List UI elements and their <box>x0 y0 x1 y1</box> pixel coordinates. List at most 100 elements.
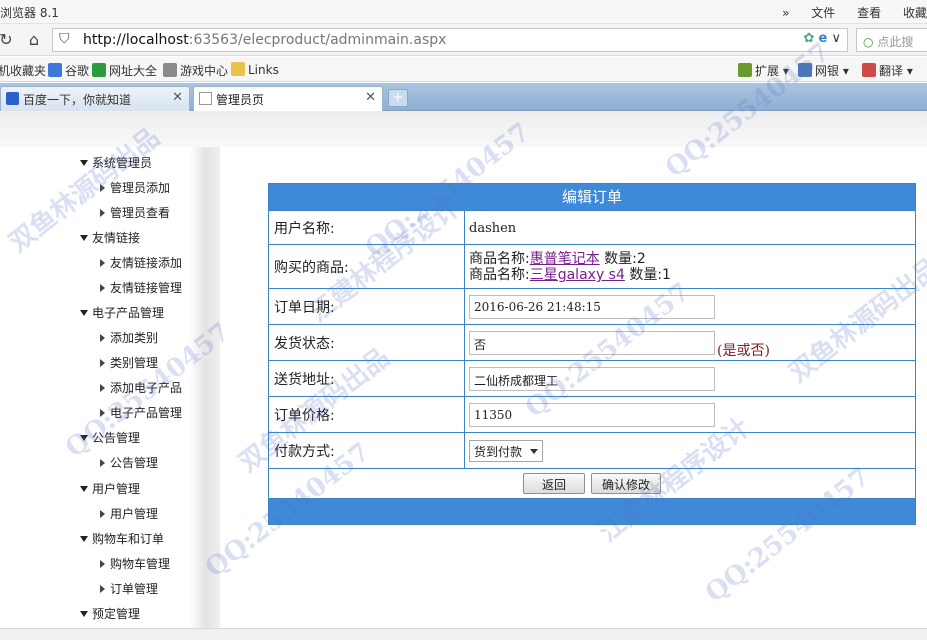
bank-icon <box>798 63 812 77</box>
back-button[interactable]: 返回 <box>522 473 585 494</box>
chevron-down-icon <box>530 448 539 454</box>
bookmark-item[interactable]: Links <box>231 62 279 77</box>
baidu-icon <box>6 92 19 105</box>
caret-right-icon <box>100 334 105 342</box>
refresh-icon[interactable]: ↻ <box>0 30 16 50</box>
confirm-button[interactable]: 确认修改 <box>591 473 662 494</box>
sidebar-group-booking[interactable]: 预定管理 <box>80 605 140 622</box>
caret-right-icon <box>100 259 105 267</box>
search-icon: ○ <box>863 35 874 49</box>
caret-right-icon <box>100 510 105 518</box>
gamepad-icon <box>163 63 177 77</box>
caret-down-icon <box>80 435 88 441</box>
form-title: 编辑订单 <box>269 184 915 210</box>
caret-down-icon <box>80 310 88 316</box>
sidebar-item-category-manage[interactable]: 类别管理 <box>100 354 158 371</box>
home-icon[interactable]: ⌂ <box>24 30 44 50</box>
status-hint: (是或否) <box>717 343 770 359</box>
url-text[interactable]: http://localhost:63563/elecproduct/admin… <box>83 32 446 48</box>
sidebar-item-admin-add[interactable]: 管理员添加 <box>100 179 170 196</box>
caret-right-icon <box>100 384 105 392</box>
search-input[interactable]: ○ 点此搜 <box>856 28 927 52</box>
caret-down-icon <box>80 235 88 241</box>
tab-bar: 百度一下，你就知道 ✕ 管理员页 ✕ + <box>0 83 927 112</box>
order-date-input[interactable]: 2016-06-26 21:48:15 <box>469 295 715 319</box>
page-banner <box>0 111 927 147</box>
caret-right-icon <box>100 184 105 192</box>
caret-right-icon <box>100 409 105 417</box>
menu-file[interactable]: 文件 <box>811 6 835 20</box>
bookmark-item[interactable]: 谷歌 <box>48 62 89 79</box>
sidebar-item-product-manage[interactable]: 电子产品管理 <box>100 404 182 421</box>
bookmark-item[interactable]: 网址大全 <box>92 62 157 79</box>
sidebar-item-product-add[interactable]: 添加电子产品 <box>100 379 182 396</box>
bookmark-item[interactable]: 游戏中心 <box>163 62 228 79</box>
goods-item: 商品名称:三星galaxy s4 数量:1 <box>469 267 671 283</box>
main-content: 编辑订单 用户名称: dashen 购买的商品: 商品名称:惠普笔记本 数量:2… <box>220 147 927 640</box>
row-address: 送货地址: 二仙桥成都理工 <box>269 360 915 396</box>
caret-right-icon <box>100 459 105 467</box>
sidebar-group-orders[interactable]: 购物车和订单 <box>80 530 164 547</box>
status-bar <box>0 628 927 640</box>
sidebar-group-admin[interactable]: 系统管理员 <box>80 154 152 171</box>
sidebar-group-notice[interactable]: 公告管理 <box>80 429 140 446</box>
row-date: 订单日期: 2016-06-26 21:48:15 <box>269 288 915 324</box>
payment-select[interactable]: 货到付款 <box>469 440 544 462</box>
payment-label: 付款方式: <box>269 433 465 468</box>
hao-icon <box>92 63 106 77</box>
extension-icon <box>738 63 752 77</box>
sidebar-item-notice-manage[interactable]: 公告管理 <box>100 454 158 471</box>
sidebar-group-products[interactable]: 电子产品管理 <box>80 304 164 321</box>
sidebar: 系统管理员 管理员添加 管理员查看 友情链接 友情链接添加 友情链接管理 电子产… <box>0 147 220 640</box>
sidebar-group-users[interactable]: 用户管理 <box>80 480 140 497</box>
extensions-button[interactable]: 扩展 ▾ <box>738 62 789 79</box>
caret-right-icon <box>100 359 105 367</box>
sidebar-item-cart-manage[interactable]: 购物车管理 <box>100 555 170 572</box>
form-footer <box>269 498 915 524</box>
google-icon <box>48 63 62 77</box>
new-tab-button[interactable]: + <box>388 89 408 107</box>
url-field[interactable]: ⛉ http://localhost:63563/elecproduct/adm… <box>52 28 848 52</box>
translate-icon <box>862 63 876 77</box>
translate-button[interactable]: 翻译 ▾ <box>862 62 913 79</box>
folder-icon <box>231 62 245 76</box>
goods-link[interactable]: 三星galaxy s4 <box>530 267 625 283</box>
sidebar-item-category-add[interactable]: 添加类别 <box>100 329 158 346</box>
sidebar-item-admin-view[interactable]: 管理员查看 <box>100 204 170 221</box>
menu-overflow[interactable]: » <box>782 6 789 20</box>
tab-admin[interactable]: 管理员页 ✕ <box>193 86 383 112</box>
bank-button[interactable]: 网银 ▾ <box>798 62 849 79</box>
url-actions[interactable]: ✿ e ∨ <box>803 31 841 46</box>
sidebar-group-links[interactable]: 友情链接 <box>80 229 140 246</box>
row-goods: 购买的商品: 商品名称:惠普笔记本 数量:2 商品名称:三星galaxy s4 … <box>269 244 915 288</box>
menu-view[interactable]: 查看 <box>857 6 881 20</box>
bookmark-item[interactable]: 机收藏夹 <box>0 62 46 79</box>
close-icon[interactable]: ✕ <box>365 90 376 105</box>
row-status: 发货状态: 否 (是或否) <box>269 324 915 360</box>
sidebar-item-user-manage[interactable]: 用户管理 <box>100 505 158 522</box>
address-bar: ↻ ⌂ ⛉ http://localhost:63563/elecproduct… <box>0 24 927 56</box>
price-input[interactable]: 11350 <box>469 403 715 427</box>
tab-baidu[interactable]: 百度一下，你就知道 ✕ <box>0 86 190 111</box>
caret-down-icon <box>80 611 88 617</box>
address-input[interactable]: 二仙桥成都理工 <box>469 367 715 391</box>
row-username: 用户名称: dashen <box>269 210 915 244</box>
sidebar-item-link-manage[interactable]: 友情链接管理 <box>100 279 182 296</box>
close-icon[interactable]: ✕ <box>172 90 183 105</box>
browser-title-bar: 浏览器 8.1 » 文件 查看 收藏 <box>0 0 927 24</box>
goods-label: 购买的商品: <box>269 245 465 288</box>
username-label: 用户名称: <box>269 211 465 244</box>
goods-link[interactable]: 惠普笔记本 <box>530 251 600 267</box>
address-label: 送货地址: <box>269 361 465 396</box>
sidebar-item-link-add[interactable]: 友情链接添加 <box>100 254 182 271</box>
sidebar-item-order-manage[interactable]: 订单管理 <box>100 580 158 597</box>
form-buttons: 返回 确认修改 <box>269 468 915 498</box>
menu-favorites[interactable]: 收藏 <box>903 6 927 20</box>
row-price: 订单价格: 11350 <box>269 396 915 432</box>
goods-list: 商品名称:惠普笔记本 数量:2 商品名称:三星galaxy s4 数量:1 <box>469 247 671 287</box>
browser-title: 浏览器 8.1 <box>0 6 59 20</box>
username-value: dashen <box>469 220 517 236</box>
edit-order-form: 编辑订单 用户名称: dashen 购买的商品: 商品名称:惠普笔记本 数量:2… <box>268 183 916 525</box>
ship-status-input[interactable]: 否 <box>469 331 715 355</box>
goods-item: 商品名称:惠普笔记本 数量:2 <box>469 251 646 267</box>
